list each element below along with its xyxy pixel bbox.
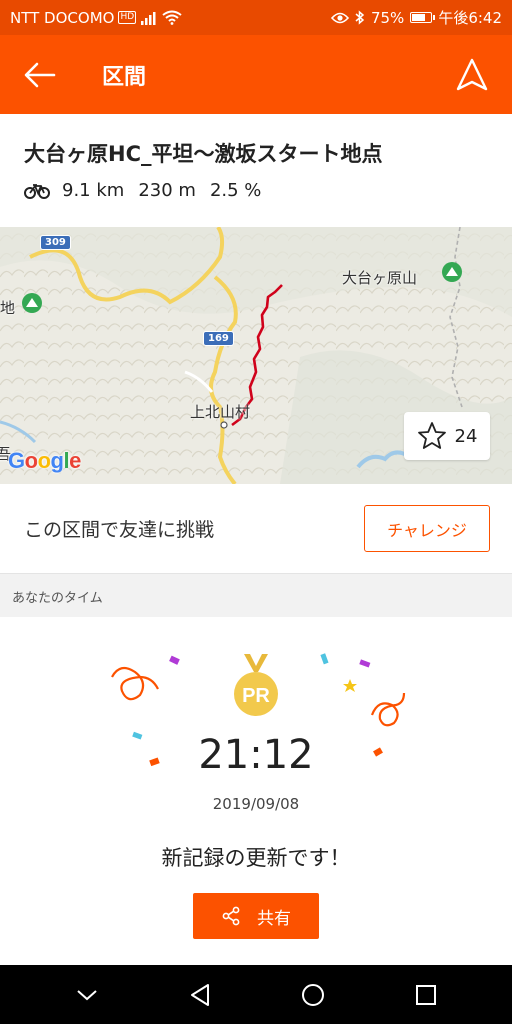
back-button[interactable] xyxy=(0,35,80,114)
bike-icon xyxy=(24,183,50,199)
signal-icon xyxy=(141,11,156,25)
hide-keyboard-button[interactable] xyxy=(67,975,107,1015)
challenge-text: この区間で友達に挑戦 xyxy=(24,519,215,541)
pr-badge-text: PR xyxy=(242,685,270,707)
segment-time: 21:12 xyxy=(198,732,314,778)
map-edge-label: 地 xyxy=(0,299,16,317)
system-back-button[interactable] xyxy=(180,975,220,1015)
google-logo-letter: o xyxy=(37,448,51,473)
google-logo-letter: o xyxy=(24,448,38,473)
your-time-card: PR 21:12 2019/09/08 新記録の更新です！ 共有 xyxy=(0,617,512,965)
navigation-arrow-icon xyxy=(456,58,488,90)
app-bar: 区間 xyxy=(0,35,512,114)
segment-distance: 9.1 km xyxy=(62,180,125,201)
segment-date: 2019/09/08 xyxy=(212,795,300,813)
eye-icon xyxy=(330,12,349,23)
google-logo: Google xyxy=(8,448,81,474)
peak-marker-icon xyxy=(442,262,462,282)
segment-grade: 2.5 % xyxy=(209,180,262,201)
star-count: 24 xyxy=(454,425,478,447)
square-recents-icon xyxy=(415,984,436,1005)
peak-label: 大台ヶ原山 xyxy=(342,269,418,287)
system-recents-button[interactable] xyxy=(406,975,446,1015)
google-logo-letter: g xyxy=(50,448,64,473)
triangle-back-icon xyxy=(190,983,209,1006)
carrier-name: NTT DOCOMO xyxy=(10,8,115,27)
route-badge-169: 169 xyxy=(203,331,234,346)
navigate-button[interactable] xyxy=(432,35,512,114)
battery-percent: 75% xyxy=(370,8,405,27)
system-home-button[interactable] xyxy=(293,975,333,1015)
hd-badge: HD xyxy=(118,11,137,24)
star-icon xyxy=(417,422,446,449)
carrier-info: NTT DOCOMO HD xyxy=(10,9,182,27)
circle-home-icon xyxy=(301,983,324,1006)
share-label: 共有 xyxy=(257,908,291,929)
google-logo-letter: e xyxy=(69,448,81,473)
share-button[interactable]: 共有 xyxy=(193,893,319,939)
battery-fill xyxy=(412,14,426,21)
screen: NTT DOCOMO HD 75% 午後6:42 区間 大台ヶ原HC_平坦〜激坂… xyxy=(0,0,512,1024)
page-title: 区間 xyxy=(102,64,147,90)
segment-elevation: 230 m xyxy=(138,180,196,201)
record-message: 新記録の更新です！ xyxy=(161,846,351,870)
village-label: 上北山村 xyxy=(190,403,251,421)
battery-icon xyxy=(410,12,436,23)
challenge-row: この区間で友達に挑戦 チャレンジ xyxy=(0,484,512,574)
system-nav-bar xyxy=(0,965,512,1024)
wifi-icon xyxy=(162,10,182,25)
peak-marker-left-icon xyxy=(22,293,42,313)
status-time: 午後6:42 xyxy=(438,9,502,27)
challenge-button[interactable]: チャレンジ xyxy=(364,505,490,552)
star-button[interactable]: 24 xyxy=(404,412,490,460)
section-label: あなたのタイム xyxy=(0,575,512,617)
status-right: 75% 午後6:42 xyxy=(330,7,502,28)
share-icon xyxy=(222,906,240,926)
segment-map[interactable]: 309 169 大台ヶ原山 地 上北山村 吾 Google 24 xyxy=(0,227,512,484)
segment-header: 大台ヶ原HC_平坦〜激坂スタート地点 9.1 km 230 m 2.5 % xyxy=(0,114,512,227)
segment-stats: 9.1 km 230 m 2.5 % xyxy=(24,180,488,201)
arrow-left-icon xyxy=(24,62,56,87)
status-bar: NTT DOCOMO HD 75% 午後6:42 xyxy=(0,0,512,35)
pr-medal-icon: PR xyxy=(234,654,278,716)
route-badge-309: 309 xyxy=(40,235,71,250)
google-logo-letter: G xyxy=(8,448,25,473)
segment-name: 大台ヶ原HC_平坦〜激坂スタート地点 xyxy=(24,142,383,166)
chevron-down-icon xyxy=(76,989,97,1000)
bluetooth-icon xyxy=(355,10,365,25)
